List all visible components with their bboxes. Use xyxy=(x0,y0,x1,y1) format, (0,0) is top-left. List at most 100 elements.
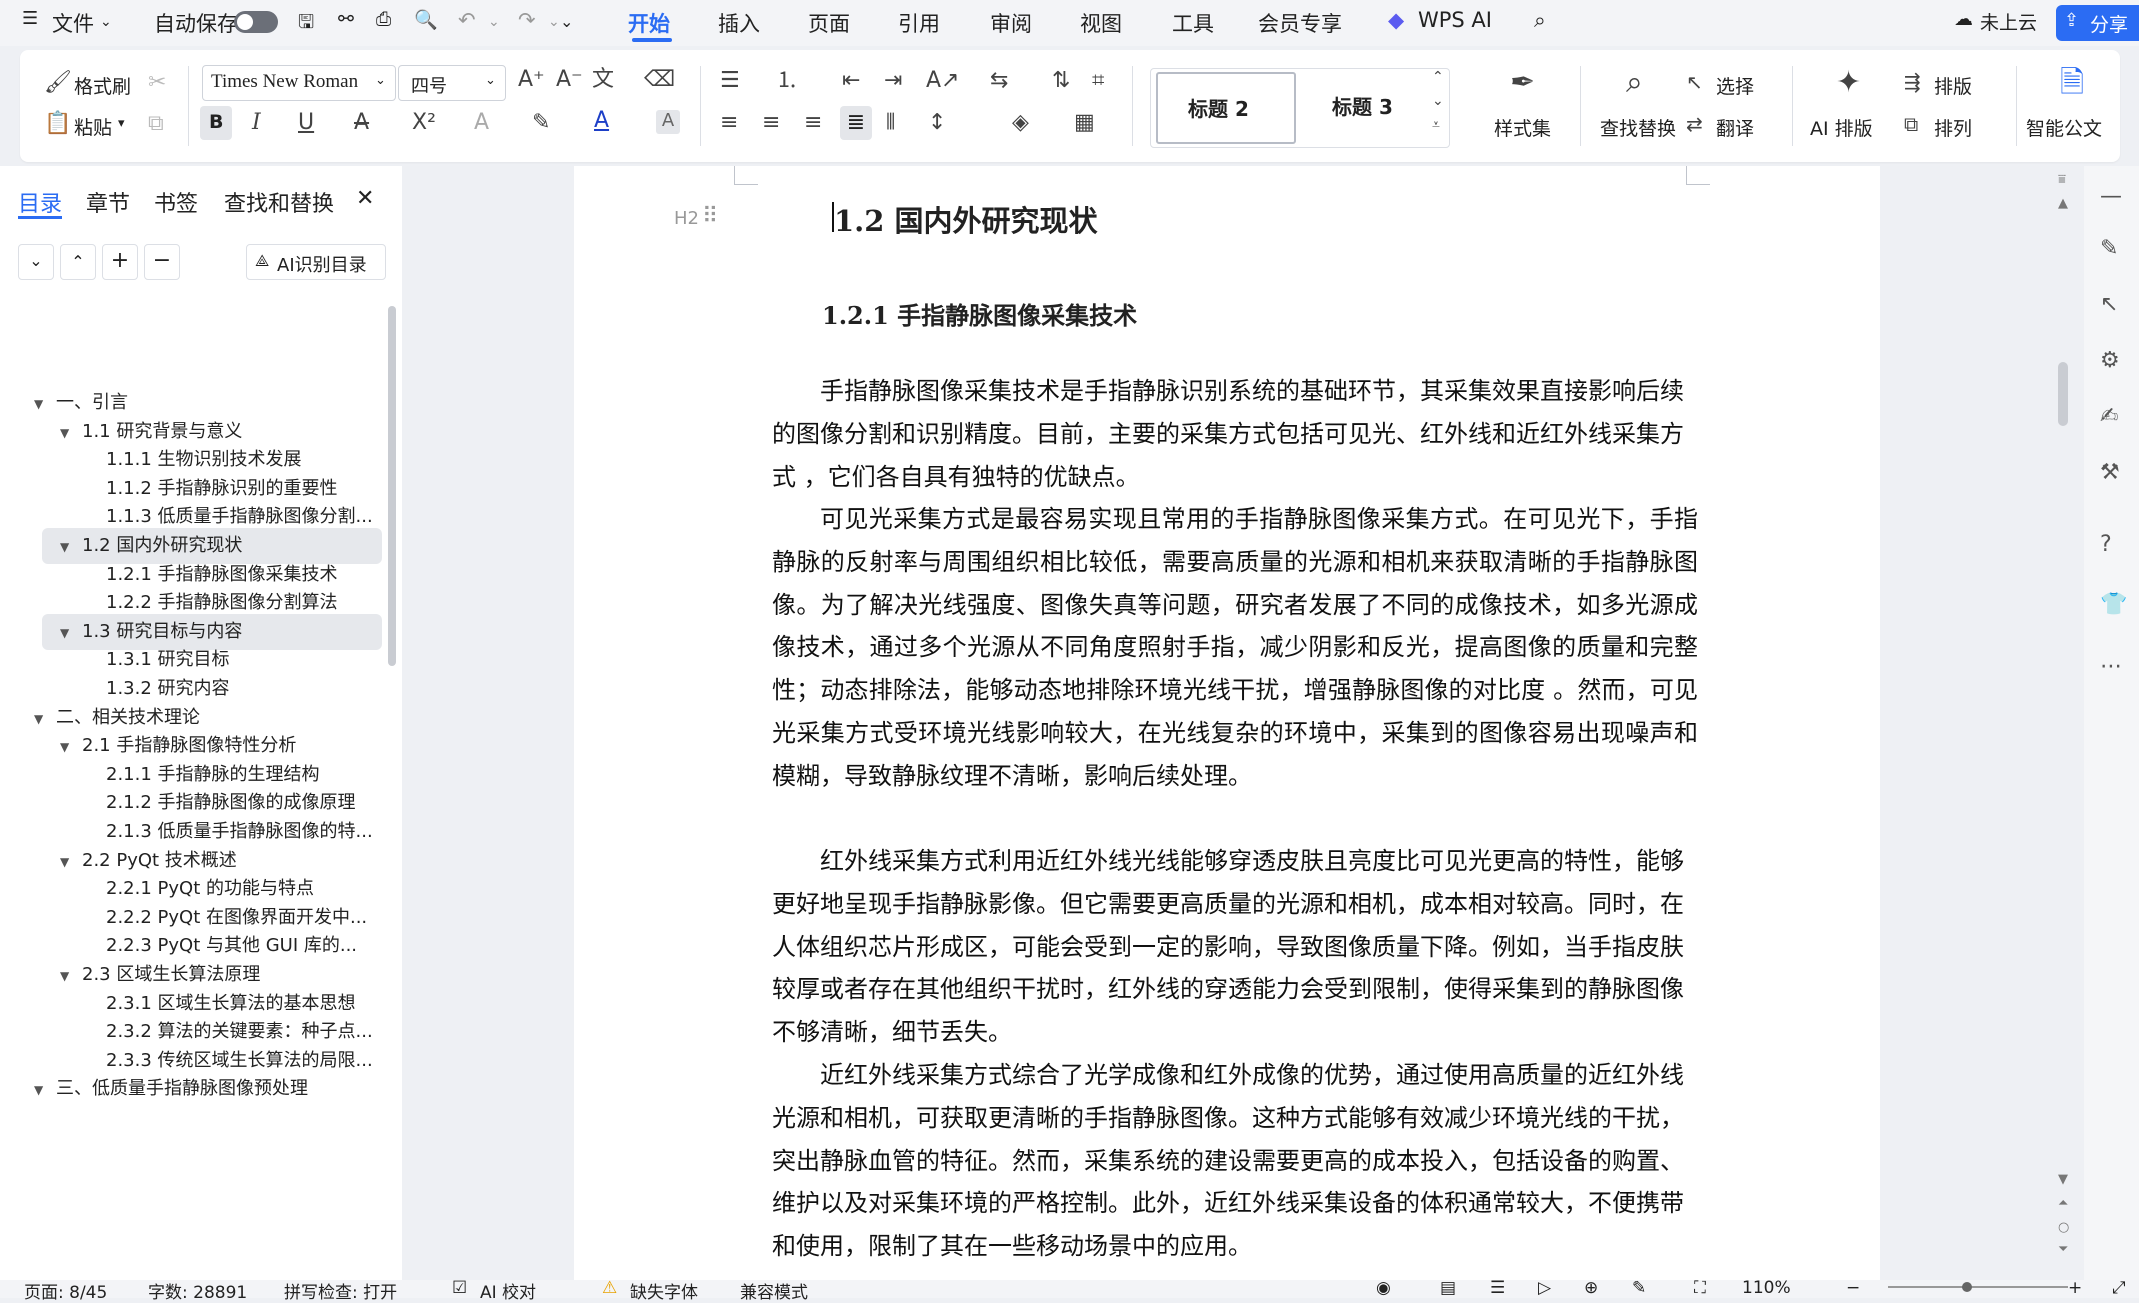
eye-protect-icon[interactable]: ◉ xyxy=(1376,1278,1391,1298)
char-shading-icon[interactable]: A xyxy=(656,110,680,134)
text-direction-icon[interactable]: A↗ xyxy=(926,70,959,92)
tab-home[interactable]: 开始 xyxy=(628,8,670,38)
ai-layout-button[interactable]: AI 排版 xyxy=(1810,114,1873,141)
zoom-slider[interactable] xyxy=(1888,1286,2068,1288)
play-icon[interactable]: ▷ xyxy=(1538,1278,1551,1298)
distributed-align-icon[interactable]: ⫴ xyxy=(886,112,895,134)
justify-icon[interactable]: ≣ xyxy=(840,106,872,140)
align-left-icon[interactable]: ≡ xyxy=(720,112,738,134)
tab-review[interactable]: 审阅 xyxy=(990,8,1032,38)
heading-3[interactable]: 1.2.1 手指静脉图像采集技术 xyxy=(822,296,1137,331)
font-size-select[interactable]: 四号 ⌄ xyxy=(398,65,506,101)
outline-view-icon[interactable]: ☰ xyxy=(1490,1278,1505,1298)
scroll-marker-icon[interactable]: ⩸ xyxy=(2058,172,2066,187)
link-icon[interactable]: ⚯ xyxy=(338,8,354,30)
border-icon[interactable]: ▦ xyxy=(1074,112,1095,134)
expand-arrow-icon[interactable]: ▼ xyxy=(60,845,74,879)
expand-arrow-icon[interactable]: ▼ xyxy=(60,959,74,993)
font-color-icon[interactable]: A xyxy=(594,110,609,132)
select-button[interactable]: 选择 xyxy=(1716,72,1754,99)
drag-handle-icon[interactable]: ⠿ xyxy=(702,204,718,229)
expand-arrow-icon[interactable]: ▼ xyxy=(34,387,48,421)
more-icon[interactable]: ⋯ xyxy=(2100,654,2122,679)
superscript-icon[interactable]: X² xyxy=(412,112,436,134)
swap-icon[interactable]: ⇆ xyxy=(990,70,1008,92)
missing-font-button[interactable]: 缺失字体 xyxy=(630,1278,698,1303)
format-painter-button[interactable]: 格式刷 xyxy=(74,72,131,99)
copy-icon[interactable]: ⧉ xyxy=(148,113,164,135)
clear-format-icon[interactable]: ⌫ xyxy=(644,69,675,91)
pen-icon[interactable]: ✎ xyxy=(2100,236,2118,261)
font-name-select[interactable]: Times New Roman ⌄ xyxy=(202,65,396,101)
paste-button[interactable]: 粘贴 xyxy=(74,113,112,140)
wps-ai-button[interactable]: WPS AI xyxy=(1418,8,1492,32)
file-menu[interactable]: 文件 xyxy=(52,8,94,38)
zoom-in-icon[interactable]: + xyxy=(2068,1278,2082,1298)
undo-dropdown-icon[interactable]: ⌄ xyxy=(488,14,500,30)
style-heading3[interactable]: 标题 3 xyxy=(1332,91,1393,120)
italic-icon[interactable]: I xyxy=(252,112,261,134)
panel-scrollbar[interactable] xyxy=(388,306,396,666)
ai-toc-button[interactable]: ⟁ AI识别目录 xyxy=(246,244,386,280)
paste-dropdown-icon[interactable]: ▾ xyxy=(118,116,125,131)
bullet-list-icon[interactable]: ☰ xyxy=(720,70,740,92)
style-expand-icon[interactable]: ⩡ xyxy=(1432,118,1440,132)
paragraph[interactable]: 近红外线采集方式综合了光学成像和红外成像的优势，通过使用高质量的近红外线光源和相… xyxy=(772,1054,1684,1268)
close-icon[interactable]: ✕ xyxy=(356,186,374,211)
heading-2[interactable]: 1.2 国内外研究现状 xyxy=(834,198,1098,240)
page-indicator[interactable]: 页面: 8/45 xyxy=(24,1278,107,1303)
increase-indent-icon[interactable]: ⇥ xyxy=(884,70,902,92)
zoom-level[interactable]: 110% xyxy=(1742,1278,1791,1298)
tab-view[interactable]: 视图 xyxy=(1080,8,1122,38)
scroll-up-icon[interactable]: ▲ xyxy=(2058,196,2068,211)
show-marks-icon[interactable]: ⌗ xyxy=(1092,70,1104,92)
spell-check-status[interactable]: 拼写检查: 打开 xyxy=(284,1278,397,1303)
cloud-upload-icon[interactable]: ☁ xyxy=(1954,8,1973,30)
skin-icon[interactable]: 👕 xyxy=(2100,592,2127,617)
tab-page[interactable]: 页面 xyxy=(808,8,850,38)
expand-arrow-icon[interactable]: ▼ xyxy=(60,730,74,764)
ai-check-button[interactable]: AI 校对 xyxy=(480,1278,536,1303)
style-scroll-down-icon[interactable]: ⌄ xyxy=(1432,94,1444,108)
grow-font-icon[interactable]: A⁺ xyxy=(518,69,545,91)
translate-button[interactable]: 翻译 xyxy=(1716,114,1754,141)
text-effect-icon[interactable]: A xyxy=(474,112,489,134)
edit-mode-icon[interactable]: ✎ xyxy=(1632,1278,1646,1298)
collapse-rail-icon[interactable]: — xyxy=(2100,184,2122,209)
underline-icon[interactable]: U xyxy=(298,112,314,134)
expand-arrow-icon[interactable]: ▼ xyxy=(60,616,74,650)
fullscreen-icon[interactable]: ⤢ xyxy=(2112,1278,2126,1298)
next-page-icon[interactable]: ⏷ xyxy=(2058,1242,2068,1257)
redo-icon[interactable]: ↷ xyxy=(518,8,536,32)
zoom-slider-thumb[interactable] xyxy=(1962,1282,1972,1292)
tab-toc[interactable]: 目录 xyxy=(18,186,62,218)
tab-tools[interactable]: 工具 xyxy=(1172,8,1214,38)
tab-bookmarks[interactable]: 书签 xyxy=(154,186,198,218)
numbered-list-icon[interactable]: ⒈ xyxy=(776,70,798,92)
share-button[interactable]: ⇪ 分享 xyxy=(2056,5,2139,41)
expand-up-icon[interactable]: ⌃ xyxy=(60,244,96,280)
bold-button[interactable]: B xyxy=(200,106,232,140)
arrange-button[interactable]: 排列 xyxy=(1934,114,1972,141)
style-scroll-up-icon[interactable]: ⌃ xyxy=(1432,70,1444,84)
line-spacing-icon[interactable]: ↕ xyxy=(928,112,946,134)
page-view-icon[interactable]: ▤ xyxy=(1440,1278,1456,1298)
tab-membership[interactable]: 会员专享 xyxy=(1258,8,1342,38)
fit-page-icon[interactable]: ⛶ xyxy=(1694,1278,1706,1298)
search-icon[interactable]: ⌕ xyxy=(1534,8,1546,33)
undo-icon[interactable]: ↶ xyxy=(458,8,476,32)
web-view-icon[interactable]: ⊕ xyxy=(1584,1278,1598,1298)
phonetic-guide-icon[interactable]: 文 xyxy=(592,69,614,91)
add-icon[interactable]: + xyxy=(102,244,138,280)
cut-icon[interactable]: ✂ xyxy=(148,72,166,94)
paragraph[interactable]: 红外线采集方式利用近红外线光线能够穿透皮肤且亮度比可见光更高的特性，能够更好地呈… xyxy=(772,840,1684,1054)
shading-icon[interactable]: ◈ xyxy=(1012,112,1029,134)
expand-arrow-icon[interactable]: ▼ xyxy=(60,530,74,564)
print-preview-icon[interactable]: 🔍 xyxy=(414,8,438,31)
print-icon[interactable]: ⎙ xyxy=(376,8,391,30)
cloud-status[interactable]: 未上云 xyxy=(1980,8,2037,35)
remove-icon[interactable]: − xyxy=(144,244,180,280)
prev-page-icon[interactable]: ⏶ xyxy=(2058,1196,2068,1211)
tab-insert[interactable]: 插入 xyxy=(718,8,760,38)
tools-icon[interactable]: ⚒ xyxy=(2100,460,2120,485)
